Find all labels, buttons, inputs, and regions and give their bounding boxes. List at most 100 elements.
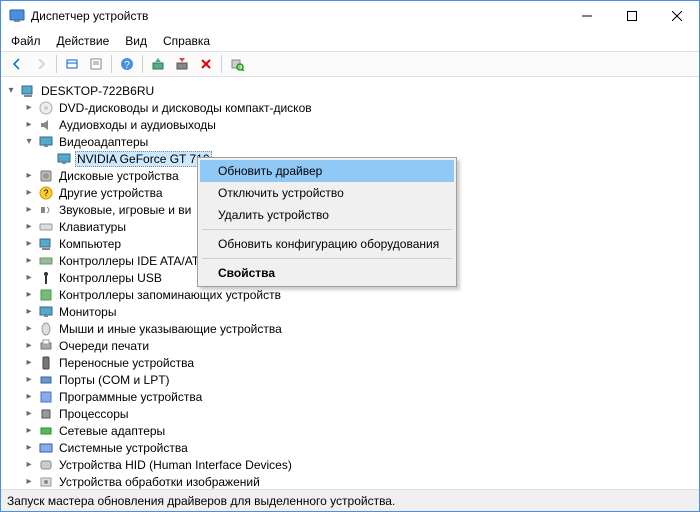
minimize-button[interactable] [564, 1, 609, 31]
computer-icon [20, 83, 36, 99]
chevron-right-icon[interactable]: ▸ [23, 170, 35, 181]
context-item[interactable]: Свойства [200, 262, 454, 284]
svg-text:?: ? [43, 188, 48, 198]
forward-button[interactable] [30, 53, 52, 75]
chevron-right-icon[interactable]: ▸ [23, 272, 35, 283]
net-icon [38, 423, 54, 439]
chevron-right-icon[interactable]: ▸ [23, 340, 35, 351]
monitor-icon [38, 134, 54, 150]
svg-text:?: ? [124, 60, 130, 71]
context-item[interactable]: Обновить драйвер [200, 160, 454, 182]
context-separator [202, 258, 452, 259]
tree-label: Клавиатуры [57, 220, 128, 234]
chevron-right-icon[interactable]: ▸ [23, 323, 35, 334]
tree-label: Другие устройства [57, 186, 165, 200]
print-icon [38, 338, 54, 354]
cpu-icon [38, 406, 54, 422]
chevron-right-icon[interactable]: ▸ [23, 119, 35, 130]
tree-label: Контроллеры USB [57, 271, 164, 285]
chevron-right-icon[interactable]: ▸ [23, 289, 35, 300]
disk-icon [38, 168, 54, 184]
chevron-right-icon[interactable]: ▸ [23, 425, 35, 436]
pc-icon [38, 236, 54, 252]
tree-item-monitors[interactable]: ▸Мониторы [1, 303, 699, 320]
usb-icon [38, 270, 54, 286]
tree-label: Аудиовходы и аудиовыходы [57, 118, 218, 132]
chevron-right-icon[interactable]: ▸ [23, 187, 35, 198]
chevron-right-icon[interactable]: ▸ [23, 204, 35, 215]
chevron-right-icon[interactable]: ▸ [23, 374, 35, 385]
tree-label: Сетевые адаптеры [57, 424, 167, 438]
show-hidden-button[interactable] [61, 53, 83, 75]
window-title: Диспетчер устройств [31, 9, 564, 23]
update-driver-button[interactable] [147, 53, 169, 75]
tree-root[interactable]: ▾ DESKTOP-722B6RU [1, 82, 699, 99]
context-item[interactable]: Отключить устройство [200, 182, 454, 204]
tree-label: Устройства обработки изображений [57, 475, 262, 489]
menubar: Файл Действие Вид Справка [1, 31, 699, 51]
chevron-right-icon[interactable]: ▸ [23, 102, 35, 113]
img-icon [38, 474, 54, 490]
scan-hardware-button[interactable] [226, 53, 248, 75]
sound-icon [38, 202, 54, 218]
maximize-button[interactable] [609, 1, 654, 31]
disable-button[interactable] [171, 53, 193, 75]
close-button[interactable] [654, 1, 699, 31]
menu-file[interactable]: Файл [3, 32, 49, 50]
hid-icon [38, 457, 54, 473]
tree-label: DESKTOP-722B6RU [39, 84, 156, 98]
tree-label: Программные устройства [57, 390, 204, 404]
storage-icon [38, 287, 54, 303]
tree-item-portable[interactable]: ▸ Переносные устройства [1, 354, 699, 371]
properties-button[interactable] [85, 53, 107, 75]
menu-view[interactable]: Вид [117, 32, 155, 50]
tree-item-mouse[interactable]: ▸ Мыши и иные указывающие устройства [1, 320, 699, 337]
tree-label: Видеоадаптеры [57, 135, 150, 149]
tree-item-storage[interactable]: ▸Контроллеры запоминающих устройств [1, 286, 699, 303]
tree-label: NVIDIA GeForce GT 710 [75, 151, 212, 167]
tree-item-audio[interactable]: ▸ Аудиовходы и аудиовыходы [1, 116, 699, 133]
tree-label: Очереди печати [57, 339, 151, 353]
chevron-right-icon[interactable]: ▸ [23, 357, 35, 368]
tree-item-net[interactable]: ▸ Сетевые адаптеры [1, 422, 699, 439]
kbd-icon [38, 219, 54, 235]
ide-icon [38, 253, 54, 269]
audio-icon [38, 117, 54, 133]
statusbar: Запуск мастера обновления драйверов для … [1, 489, 699, 511]
chevron-right-icon[interactable]: ▸ [23, 459, 35, 470]
back-button[interactable] [6, 53, 28, 75]
context-item[interactable]: Удалить устройство [200, 204, 454, 226]
tree-item-print[interactable]: ▸ Очереди печати [1, 337, 699, 354]
port-icon [38, 372, 54, 388]
menu-action[interactable]: Действие [49, 32, 118, 50]
context-item[interactable]: Обновить конфигурацию оборудования [200, 233, 454, 255]
chevron-right-icon[interactable]: ▸ [23, 221, 35, 232]
tree-item-sys[interactable]: ▸Системные устройства [1, 439, 699, 456]
chevron-down-icon[interactable]: ▾ [23, 136, 35, 147]
tree-item-soft[interactable]: ▸ Программные устройства [1, 388, 699, 405]
chevron-right-icon[interactable]: ▸ [23, 442, 35, 453]
tree-item-dvd[interactable]: ▸DVD-дисководы и дисководы компакт-диско… [1, 99, 699, 116]
chevron-right-icon[interactable]: ▸ [23, 476, 35, 487]
chevron-right-icon[interactable]: ▸ [23, 306, 35, 317]
tree-item-img[interactable]: ▸ Устройства обработки изображений [1, 473, 699, 489]
tree-item-cpu[interactable]: ▸Процессоры [1, 405, 699, 422]
tree-item-hid[interactable]: ▸Устройства HID (Human Interface Devices… [1, 456, 699, 473]
chevron-right-icon[interactable]: ▸ [23, 238, 35, 249]
tree-item-ports[interactable]: ▸Порты (COM и LPT) [1, 371, 699, 388]
app-icon [9, 8, 25, 24]
uninstall-button[interactable] [195, 53, 217, 75]
chevron-right-icon[interactable]: ▸ [23, 408, 35, 419]
chevron-down-icon[interactable]: ▾ [5, 85, 17, 96]
menu-help[interactable]: Справка [155, 32, 218, 50]
tree-label: Звуковые, игровые и ви [57, 203, 193, 217]
status-text: Запуск мастера обновления драйверов для … [7, 494, 395, 508]
help-button[interactable]: ? [116, 53, 138, 75]
monitor-icon [38, 304, 54, 320]
tree-label: Переносные устройства [57, 356, 196, 370]
chevron-right-icon[interactable]: ▸ [23, 255, 35, 266]
chevron-right-icon[interactable]: ▸ [23, 391, 35, 402]
tree-item-video[interactable]: ▾ Видеоадаптеры [1, 133, 699, 150]
tree-label: Мыши и иные указывающие устройства [57, 322, 284, 336]
mouse-icon [38, 321, 54, 337]
